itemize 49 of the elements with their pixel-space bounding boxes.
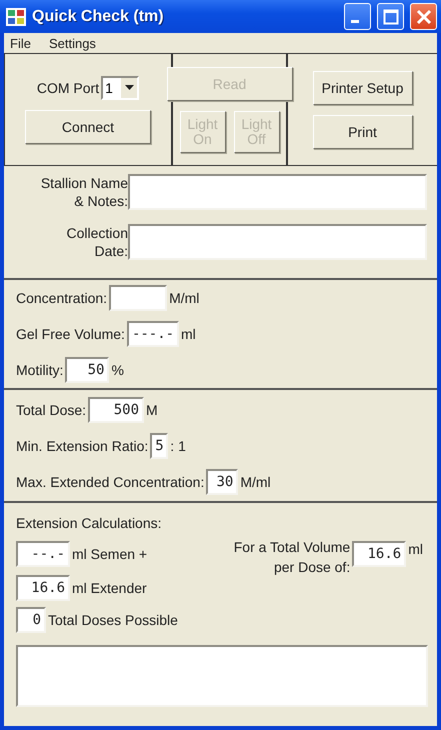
minimize-icon bbox=[350, 20, 358, 23]
input-field[interactable]: 30 bbox=[206, 468, 238, 494]
connect-button[interactable]: Connect bbox=[25, 110, 151, 144]
field-label: Gel Free Volume: bbox=[16, 326, 125, 342]
field-label: Motility: bbox=[16, 362, 64, 378]
maximize-button[interactable] bbox=[377, 3, 404, 30]
unit-label: ml Semen + bbox=[72, 546, 148, 562]
com-port-label: COM Port bbox=[36, 80, 100, 96]
minimize-button[interactable] bbox=[344, 3, 371, 30]
input-field[interactable]: 0 bbox=[16, 607, 46, 633]
com-port-select[interactable]: 1 bbox=[101, 76, 140, 100]
field-label: Total Dose: bbox=[16, 402, 86, 418]
field-label: Concentration: bbox=[16, 290, 108, 306]
field-label: Stallion Name & Notes: bbox=[40, 174, 128, 210]
unit-label: Total Doses Possible bbox=[48, 612, 178, 628]
app-icon bbox=[6, 8, 26, 26]
menu-item[interactable]: File bbox=[10, 36, 31, 50]
unit-label: % bbox=[111, 362, 124, 378]
unit-label: ml bbox=[408, 541, 423, 557]
unit-label: M/ml bbox=[240, 474, 271, 490]
maximize-icon bbox=[382, 8, 398, 24]
unit-label: M/ml bbox=[169, 290, 200, 306]
input-field[interactable] bbox=[109, 285, 168, 311]
text-field[interactable] bbox=[128, 174, 427, 210]
input-field[interactable]: 5 bbox=[150, 432, 168, 458]
unit-label: M bbox=[146, 402, 158, 418]
output-field[interactable] bbox=[16, 645, 428, 707]
input-field[interactable]: ---.- bbox=[126, 321, 179, 347]
unit-label: : 1 bbox=[170, 438, 186, 454]
field-label: Min. Extension Ratio: bbox=[16, 438, 148, 454]
close-icon bbox=[416, 8, 432, 24]
input-field[interactable]: --.- bbox=[16, 541, 70, 567]
unit-label: ml Extender bbox=[72, 580, 147, 596]
field-label: For a Total Volume per Dose of: bbox=[232, 538, 350, 577]
field-label: Max. Extended Concentration: bbox=[16, 474, 204, 490]
print-button[interactable]: Print bbox=[312, 114, 412, 148]
section-heading: Extension Calculations: bbox=[16, 515, 163, 531]
text-field[interactable] bbox=[128, 224, 427, 260]
input-field[interactable]: 500 bbox=[88, 396, 144, 422]
close-button[interactable] bbox=[410, 3, 437, 30]
printer-setup-button[interactable]: Printer Setup bbox=[312, 70, 412, 104]
field-label: Collection Date: bbox=[66, 224, 128, 260]
input-field[interactable]: 16.6 bbox=[352, 541, 406, 567]
dropdown-arrow-icon bbox=[124, 85, 134, 90]
input-field[interactable]: 16.6 bbox=[16, 575, 70, 601]
menu-item[interactable]: Settings bbox=[48, 36, 96, 50]
input-field[interactable]: 50 bbox=[65, 357, 110, 383]
window-title: Quick Check (tm) bbox=[32, 8, 165, 26]
unit-label: ml bbox=[180, 326, 196, 342]
